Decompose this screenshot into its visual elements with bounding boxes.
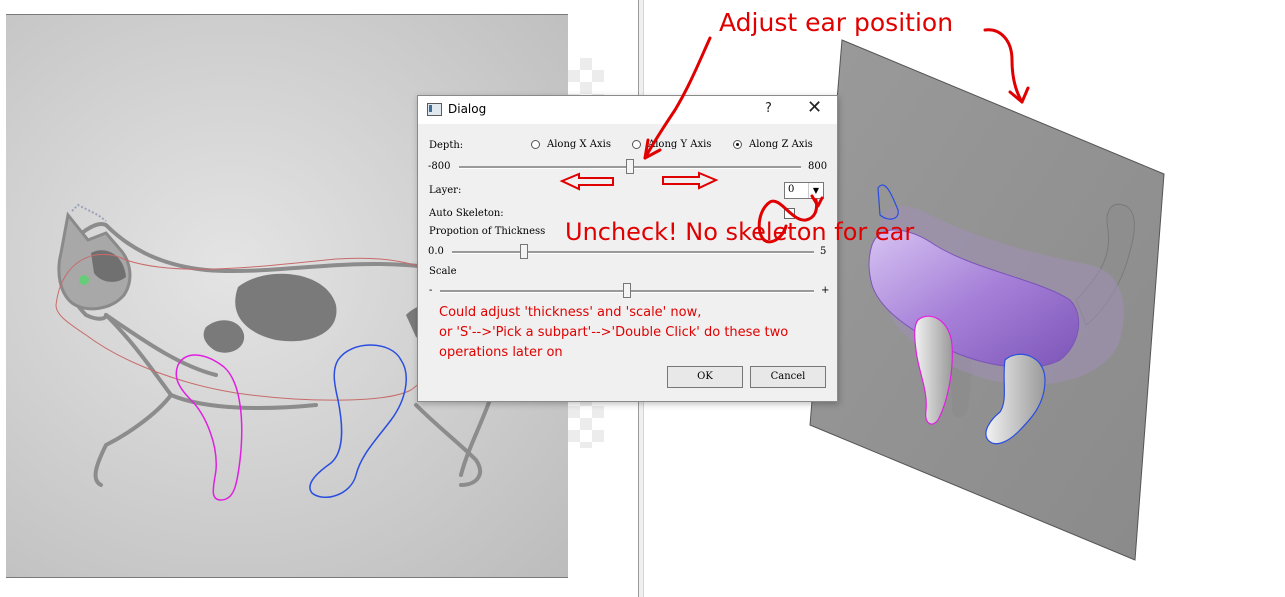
- thickness-slider-thumb[interactable]: [520, 244, 529, 259]
- scale-slider-thumb[interactable]: [623, 283, 631, 298]
- ok-button[interactable]: OK: [667, 366, 743, 388]
- layer-value: 0: [788, 184, 795, 195]
- note-line-3: operations later on: [439, 345, 563, 360]
- scale-minus-label: -: [429, 285, 433, 296]
- dialog-window: Dialog ? ✕ Depth: Along X Axis Along Y A…: [417, 95, 838, 402]
- radio-y-axis-label[interactable]: Along Y Axis: [648, 139, 711, 150]
- depth-min-label: -800: [428, 161, 451, 172]
- auto-skeleton-label: Auto Skeleton:: [429, 208, 504, 219]
- radio-x-axis[interactable]: [531, 140, 540, 149]
- thickness-min-label: 0.0: [428, 246, 444, 257]
- depth-slider-thumb[interactable]: [626, 159, 634, 174]
- radio-z-axis[interactable]: [733, 140, 742, 149]
- note-line-1: Could adjust 'thickness' and 'scale' now…: [439, 305, 702, 320]
- help-button[interactable]: ?: [765, 101, 772, 116]
- note-line-2: or 'S'-->'Pick a subpart'-->'Double Clic…: [439, 325, 789, 340]
- window-icon: [427, 103, 442, 116]
- annotation-adjust-ear: Adjust ear position: [719, 8, 954, 37]
- radio-x-axis-label[interactable]: Along X Axis: [547, 139, 611, 150]
- layer-label: Layer:: [429, 185, 462, 196]
- layer-select[interactable]: 0 ▼: [784, 182, 824, 199]
- radio-z-axis-label[interactable]: Along Z Axis: [749, 139, 813, 150]
- depth-max-label: 800: [808, 161, 828, 172]
- chevron-down-icon[interactable]: ▼: [808, 183, 823, 198]
- cancel-button[interactable]: Cancel: [750, 366, 826, 388]
- thickness-label: Propotion of Thickness: [429, 226, 546, 237]
- depth-label: Depth:: [429, 140, 464, 151]
- dialog-titlebar[interactable]: Dialog ? ✕: [418, 96, 837, 124]
- radio-y-axis[interactable]: [632, 140, 641, 149]
- close-icon[interactable]: ✕: [807, 98, 822, 118]
- thickness-max-label: 5: [820, 246, 827, 257]
- scale-label: Scale: [429, 266, 457, 277]
- annotation-uncheck: Uncheck! No skeleton for ear: [565, 218, 915, 246]
- scale-plus-label: +: [821, 285, 830, 296]
- dialog-title: Dialog: [448, 102, 487, 116]
- thickness-slider-track[interactable]: [452, 251, 814, 254]
